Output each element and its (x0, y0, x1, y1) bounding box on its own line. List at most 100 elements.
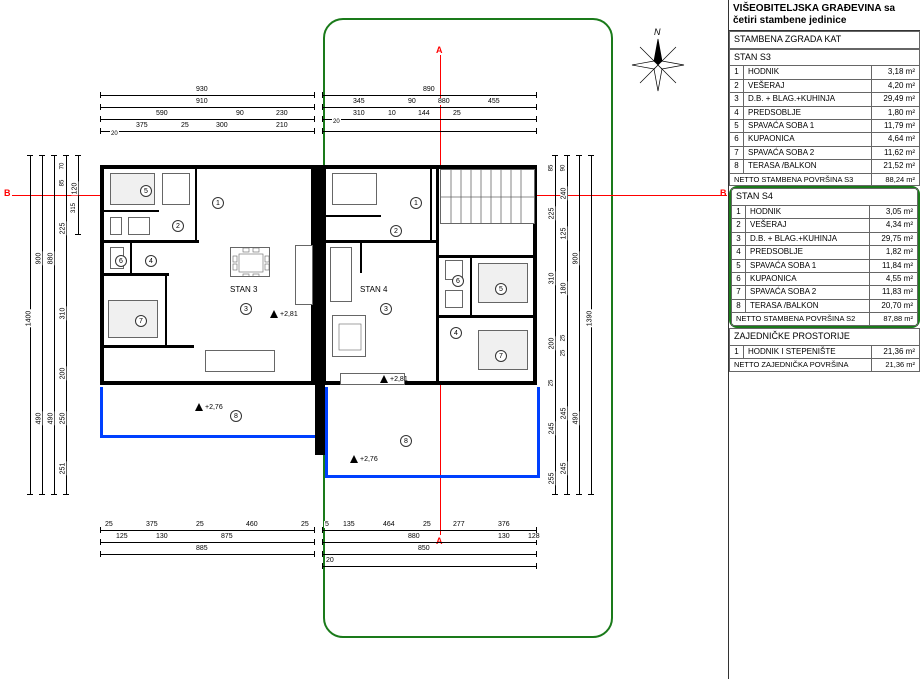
dim-label: 880 (437, 98, 451, 105)
dim-label: 310 (548, 272, 555, 286)
table-row: 8TERASA /BALKON20,70 m² (732, 299, 918, 312)
dim-label: 376 (497, 521, 511, 528)
dim-label: 464 (382, 521, 396, 528)
dim-label: 490 (35, 412, 42, 426)
schedule-panel: VIŠEOBITELJSKA GRAĐEVINA sa četiri stamb… (728, 0, 920, 679)
dim-label: 250 (59, 412, 66, 426)
dim-label: 85 (59, 179, 65, 188)
room-marker: 2 (172, 220, 184, 232)
dim-label: 200 (548, 337, 555, 351)
dim-label: 875 (220, 533, 234, 540)
dim-label: 375 (135, 122, 149, 129)
section-mark-b-left: B (4, 188, 11, 198)
dim-label: 490 (572, 412, 579, 426)
dim-label: 25 (560, 349, 566, 358)
dim-label: 890 (422, 86, 436, 93)
dim-label: 300 (215, 122, 229, 129)
room-marker: 4 (450, 327, 462, 339)
table-row: 4PREDSOBLJE1,82 m² (732, 246, 918, 259)
dim-label: 20 (110, 131, 119, 137)
dim-label: 255 (548, 472, 555, 486)
table-row: 5SPAVAĆA SOBA 111,84 m² (732, 259, 918, 272)
room-marker: 6 (115, 255, 127, 267)
dim-label: 225 (548, 207, 555, 221)
dim-label: 900 (35, 252, 42, 266)
section-mark-a-bottom: A (436, 536, 443, 546)
dim-label: 240 (560, 187, 567, 201)
dim-label: 880 (47, 252, 54, 266)
dim-label: 310 (59, 307, 66, 321)
dim-label: 455 (487, 98, 501, 105)
room-marker: 6 (452, 275, 464, 287)
dim-label: 130 (155, 533, 169, 540)
elevation-marker: +2,76 (350, 455, 378, 463)
building-header: STAMBENA ZGRADA KAT (730, 32, 920, 49)
dim-label: 310 (352, 110, 366, 117)
dim-label: 130 (497, 533, 511, 540)
elevation-marker: +2,76 (195, 403, 223, 411)
dim-label: 5 (324, 521, 330, 528)
dim-label: 20 (332, 119, 341, 125)
dim-label: 590 (155, 110, 169, 117)
compass-n-label: N (654, 27, 661, 37)
dim-label: 90 (407, 98, 417, 105)
total-row: NETTO STAMBENA POVRŠINA S287,88 m² (732, 313, 918, 326)
furniture-kitchen (330, 247, 352, 302)
dim-label: 910 (195, 98, 209, 105)
dim-label: 25 (548, 379, 554, 388)
room-marker: 5 (140, 185, 152, 197)
dim-label: 245 (548, 422, 555, 436)
table-row: 6KUPAONICA4,64 m² (730, 133, 920, 146)
dim-label: 885 (195, 545, 209, 552)
total-row: NETTO STAMBENA POVRŠINA S388,24 m² (730, 173, 920, 186)
dim-label: 25 (180, 122, 190, 129)
table-row: 5SPAVAĆA SOBA 111,79 m² (730, 119, 920, 132)
room-marker: 1 (410, 197, 422, 209)
table-row: 2VEŠERAJ4,20 m² (730, 79, 920, 92)
table-row: 1HODNIK I STEPENIŠTE21,36 m² (730, 345, 920, 358)
room-marker: 4 (145, 255, 157, 267)
elevation-marker: +2,81 (270, 310, 298, 318)
dim-label: 345 (352, 98, 366, 105)
table-row: 3D.B. + BLAG.+KUHINJA29,75 m² (732, 232, 918, 245)
dim-label: 245 (560, 407, 567, 421)
compass-rose-icon: N (628, 35, 688, 95)
furniture-wc (110, 217, 122, 235)
dim-label: 70 (59, 162, 65, 171)
dim-label: 375 (145, 521, 159, 528)
elevation-marker: +2,81 (380, 375, 408, 383)
dim-label: 210 (275, 122, 289, 129)
zajednicke-header: ZAJEDNIČKE PROSTORIJE (730, 328, 920, 345)
furniture-wc (445, 290, 463, 308)
table-zajednicke: ZAJEDNIČKE PROSTORIJE 1HODNIK I STEPENIŠ… (729, 328, 920, 372)
floorplan-drawing: 1 2 3 4 5 6 7 8 1 2 3 4 5 6 7 8 STAN 3 S… (100, 155, 530, 445)
furniture-dining (332, 315, 366, 357)
dim-label: 10 (387, 110, 397, 117)
room-marker: 2 (390, 225, 402, 237)
furniture-sofa (205, 350, 275, 372)
room-marker: 7 (135, 315, 147, 327)
room-marker: 1 (212, 197, 224, 209)
table-row: 8TERASA /BALKON21,52 m² (730, 160, 920, 173)
dim-label: 200 (59, 367, 66, 381)
dim-label: 90 (560, 164, 566, 173)
dim-label: 180 (560, 282, 567, 296)
floorplan-area: N B B A A 930 910 590 90 230 20 375 25 3… (0, 0, 728, 679)
table-row: 7SPAVAĆA SOBA 211,62 m² (730, 146, 920, 159)
furniture-kitchen (295, 245, 313, 305)
room-marker: 3 (380, 303, 392, 315)
dim-label: 125 (560, 227, 567, 241)
dim-label: 90 (235, 110, 245, 117)
furniture-wardrobe (162, 173, 190, 205)
dim-label: 128 (527, 533, 541, 540)
stan-s3-header: STAN S3 (730, 49, 920, 66)
table-row: 1HODNIK3,05 m² (732, 205, 918, 218)
stan-label-s3: STAN 3 (230, 285, 257, 294)
room-marker: 8 (400, 435, 412, 447)
stan-label-s4: STAN 4 (360, 285, 387, 294)
table-stan-s4: STAN S4 1HODNIK3,05 m² 2VEŠERAJ4,34 m² 3… (731, 188, 918, 326)
table-building-header: STAMBENA ZGRADA KAT (729, 31, 920, 49)
dim-label: 135 (342, 521, 356, 528)
table-row: 2VEŠERAJ4,34 m² (732, 219, 918, 232)
main-container: N B B A A 930 910 590 90 230 20 375 25 3… (0, 0, 920, 679)
